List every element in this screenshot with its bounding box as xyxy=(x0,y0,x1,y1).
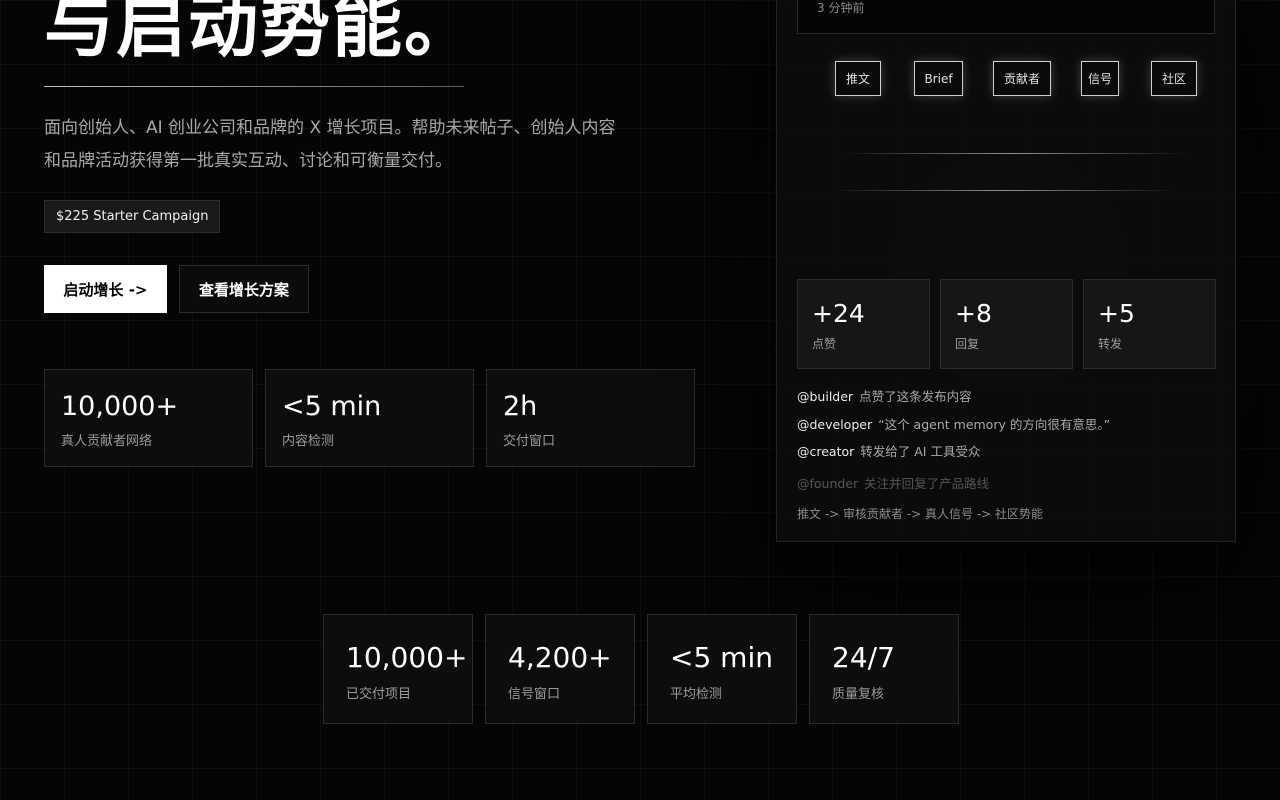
bottom-stat-value: 10,000+ xyxy=(346,641,468,674)
activity-item: @founder 关注并回复了产品路线 xyxy=(797,474,1217,502)
metric-label: 点赞 xyxy=(812,337,837,351)
hero-headline: 与启动势能。 xyxy=(44,0,476,67)
activity-item: @developer “这个 agent memory 的方向很有意思。” xyxy=(797,415,1217,443)
bottom-stat-review: 24/7 质量复核 xyxy=(809,614,959,724)
stat-label: 内容检测 xyxy=(282,434,335,449)
activity-handle: @creator xyxy=(797,444,855,459)
engagement-metrics: +24 点赞 +8 回复 +5 转发 xyxy=(797,279,1216,369)
bottom-stat-label: 质量复核 xyxy=(832,687,885,702)
stat-value: <5 min xyxy=(282,391,382,422)
post-timestamp: 3 分钟前 xyxy=(817,1,865,15)
activity-handle: @developer xyxy=(797,416,873,432)
stat-card-detection: <5 min 内容检测 xyxy=(265,369,474,467)
start-growth-button[interactable]: 启动增长 -> xyxy=(44,265,167,313)
activity-handle: @builder xyxy=(797,389,854,404)
metric-label: 回复 xyxy=(955,337,980,351)
chip-brief[interactable]: Brief xyxy=(914,61,963,96)
bottom-stat-label: 平均检测 xyxy=(670,687,723,702)
campaign-preview-panel: 3 分钟前 推文 Brief 贡献者 信号 社区 +24 点赞 +8 回复 +5… xyxy=(776,0,1236,542)
bottom-stat-detection: <5 min 平均检测 xyxy=(647,614,797,724)
flow-line-upper xyxy=(841,153,1187,154)
hero-subtitle-line-1: 面向创始人、AI 创业公司和品牌的 X 增长项目。帮助未来帖子、创始人内容 xyxy=(44,118,616,138)
chip-signal[interactable]: 信号 xyxy=(1081,61,1119,96)
activity-text: 关注并回复了产品路线 xyxy=(864,475,990,491)
stat-label: 真人贡献者网络 xyxy=(61,434,153,449)
price-badge: $225 Starter Campaign xyxy=(44,200,221,233)
bottom-stat-projects: 10,000+ 已交付项目 xyxy=(323,614,473,724)
bottom-stat-value: <5 min xyxy=(670,641,773,674)
metric-value: +8 xyxy=(955,299,992,328)
activity-item: @creator 转发给了 AI 工具受众 xyxy=(797,442,1217,470)
activity-text: 转发给了 AI 工具受众 xyxy=(860,444,981,459)
view-plans-button[interactable]: 查看增长方案 xyxy=(179,265,309,313)
stat-label: 交付窗口 xyxy=(503,434,556,449)
pipeline-flow: 推文 -> 审核贡献者 -> 真人信号 -> 社区势能 xyxy=(797,507,1044,521)
flow-line-lower xyxy=(831,190,1177,191)
post-preview: 3 分钟前 xyxy=(797,0,1215,34)
metric-card-reposts: +5 转发 xyxy=(1083,279,1216,369)
stat-card-contributors: 10,000+ 真人贡献者网络 xyxy=(44,369,253,467)
activity-text: 点赞了这条发布内容 xyxy=(859,389,972,404)
hero-stats: 10,000+ 真人贡献者网络 <5 min 内容检测 2h 交付窗口 xyxy=(44,369,695,467)
activity-text: “这个 agent memory 的方向很有意思。” xyxy=(878,416,1111,432)
stat-card-delivery: 2h 交付窗口 xyxy=(486,369,695,467)
activity-feed: @builder 点赞了这条发布内容 @developer “这个 agent me… xyxy=(797,387,1217,501)
hero-subtitle: 面向创始人、AI 创业公司和品牌的 X 增长项目。帮助未来帖子、创始人内容 和品… xyxy=(44,112,694,178)
activity-handle: @founder xyxy=(797,475,859,491)
bottom-stats: 10,000+ 已交付项目 4,200+ 信号窗口 <5 min 平均检测 24… xyxy=(323,614,959,724)
metric-card-replies: +8 回复 xyxy=(940,279,1073,369)
metric-value: +5 xyxy=(1098,299,1135,328)
metric-card-likes: +24 点赞 xyxy=(797,279,930,369)
bottom-stat-label: 已交付项目 xyxy=(346,687,412,702)
bottom-stat-value: 24/7 xyxy=(832,641,895,674)
chip-community[interactable]: 社区 xyxy=(1151,61,1197,96)
stat-value: 2h xyxy=(503,391,538,422)
hero-subtitle-line-2: 和品牌活动获得第一批真实互动、讨论和可衡量交付。 xyxy=(44,151,452,171)
activity-item: @builder 点赞了这条发布内容 xyxy=(797,387,1217,415)
chip-tweet[interactable]: 推文 xyxy=(835,61,881,96)
headline-divider xyxy=(44,86,464,87)
stat-value: 10,000+ xyxy=(61,391,179,422)
bottom-stat-signal: 4,200+ 信号窗口 xyxy=(485,614,635,724)
chip-contributors[interactable]: 贡献者 xyxy=(993,61,1051,96)
metric-label: 转发 xyxy=(1098,337,1123,351)
bottom-stat-label: 信号窗口 xyxy=(508,687,561,702)
bottom-stat-value: 4,200+ xyxy=(508,641,612,674)
metric-value: +24 xyxy=(812,299,865,328)
